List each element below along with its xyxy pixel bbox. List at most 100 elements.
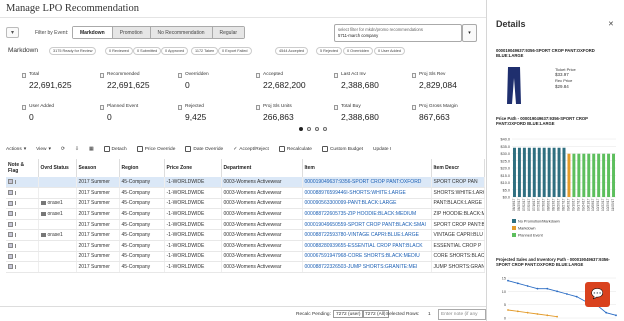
segment-regular[interactable]: Regular xyxy=(212,27,245,38)
price-bar[interactable] xyxy=(542,147,546,197)
series-point[interactable] xyxy=(566,293,568,295)
price-bar[interactable] xyxy=(582,153,586,197)
note-flag-cell[interactable] xyxy=(6,177,39,189)
status-pill[interactable]: 0 Export Failed xyxy=(218,47,252,55)
item-link[interactable]: 000019049650559-SPORT CROP PANT:BLACK:SM… xyxy=(302,219,432,231)
status-pill[interactable]: 5 Rejected xyxy=(316,47,343,55)
freeze-icon[interactable]: ▦ xyxy=(89,147,94,152)
table-row[interactable]: 2017 Summer 45-Company -1-WORLDWIDE 0003-Wo… xyxy=(6,177,485,189)
item-link[interactable]: 000088722593780-VINTAGE CAPRI:BLUE:LARGE xyxy=(302,229,432,242)
note-flag-cell[interactable] xyxy=(6,229,39,242)
note-flag-cell[interactable] xyxy=(6,261,39,273)
table-row[interactable]: 2017 Summer 45-Company -1-WORLDWIDE 0003-Wo… xyxy=(6,187,485,199)
export-icon[interactable]: ⇩ xyxy=(75,147,79,152)
view-menu[interactable]: View ▾ xyxy=(36,147,51,152)
note-icon[interactable] xyxy=(8,190,13,196)
table-row[interactable]: orase1 2017 Summer 45-Company -1-WORLDWIDE 0… xyxy=(6,208,485,220)
series-point[interactable] xyxy=(536,313,539,315)
price-bar[interactable] xyxy=(537,147,541,197)
flag-icon[interactable] xyxy=(15,243,18,248)
price-bar[interactable] xyxy=(527,147,531,197)
item-link[interactable]: 000088722605735-ZIP HOODIE:BLACK:MEDIUM xyxy=(302,208,432,220)
flag-icon[interactable] xyxy=(15,222,18,227)
price-bar[interactable] xyxy=(602,153,606,197)
carousel-dot[interactable] xyxy=(315,127,319,131)
series-point[interactable] xyxy=(516,282,519,285)
note-icon[interactable] xyxy=(8,264,13,270)
chat-icon[interactable]: 💬 xyxy=(585,282,610,307)
recalculate-button[interactable]: Recalculate xyxy=(278,146,312,152)
segment-promotion[interactable]: Promotion xyxy=(112,27,151,38)
table-row[interactable]: 2017 Summer 45-Company -1-WORLDWIDE 0003-Wo… xyxy=(6,219,485,231)
note-icon[interactable] xyxy=(8,253,13,259)
price-bar[interactable] xyxy=(522,147,526,197)
flag-icon[interactable] xyxy=(15,190,18,195)
series-point[interactable] xyxy=(546,314,549,317)
status-pill[interactable]: 3175 Ready for Review xyxy=(49,47,97,55)
price-override-button[interactable]: Price Override xyxy=(136,146,175,152)
note-icon[interactable] xyxy=(8,179,13,185)
price-bar[interactable] xyxy=(552,147,556,197)
note-icon[interactable] xyxy=(8,221,13,227)
detach-button[interactable]: Detach xyxy=(103,146,127,152)
table-row[interactable]: orase1 2017 Summer 45-Company -1-WORLDWIDE 0… xyxy=(6,198,485,210)
status-pill[interactable]: 1172 Taken xyxy=(191,47,219,55)
custom-budget-button[interactable]: Custom Budget xyxy=(321,146,363,152)
column-header[interactable]: Season xyxy=(76,159,120,177)
note-flag-cell[interactable] xyxy=(6,240,39,252)
status-pill[interactable]: 0 Submitted xyxy=(133,47,162,55)
note-flag-cell[interactable] xyxy=(6,208,39,220)
table-row[interactable]: orase1 2017 Summer 45-Company -1-WORLDWIDE 0… xyxy=(6,229,485,242)
series-point[interactable] xyxy=(526,311,529,314)
series-point[interactable] xyxy=(575,295,578,298)
segment-markdown[interactable]: Markdown xyxy=(73,27,113,38)
status-pill[interactable]: 0 Reviewed xyxy=(105,47,133,55)
segment-no-recommendation[interactable]: No Recommendation xyxy=(150,27,213,38)
date-override-button[interactable]: Date Override xyxy=(185,146,223,152)
series-point[interactable] xyxy=(615,314,617,317)
note-flag-cell[interactable] xyxy=(6,198,39,210)
series-point[interactable] xyxy=(507,309,509,311)
carousel-dot[interactable] xyxy=(323,127,327,131)
filter-icon[interactable]: ▾ xyxy=(6,27,19,38)
flag-icon[interactable] xyxy=(15,264,18,269)
price-bar[interactable] xyxy=(532,147,536,197)
item-link[interactable]: 000088722326503-JUMP SHORTS:GRANITE:MEI xyxy=(302,261,432,273)
note-flag-cell[interactable] xyxy=(6,187,39,199)
column-header[interactable]: Region xyxy=(119,159,165,177)
column-header[interactable]: Item Descr xyxy=(431,159,485,177)
series-point[interactable] xyxy=(556,290,558,293)
note-icon[interactable] xyxy=(8,200,13,206)
price-bar[interactable] xyxy=(517,147,521,197)
series-point[interactable] xyxy=(507,279,509,282)
price-bar[interactable] xyxy=(547,147,551,197)
price-bar[interactable] xyxy=(567,153,571,197)
price-bar[interactable] xyxy=(562,147,566,197)
accept-reject-button[interactable]: ✓ Accept/Reject xyxy=(233,147,269,152)
update-button[interactable]: Update I xyxy=(373,147,391,152)
table-row[interactable]: 2017 Summer 45-Company -1-WORLDWIDE 0003-Wo… xyxy=(6,240,485,252)
note-icon[interactable] xyxy=(8,243,13,249)
table-row[interactable]: 2017 Summer 45-Company -1-WORLDWIDE 0003-Wo… xyxy=(6,261,485,273)
note-flag-cell[interactable] xyxy=(6,219,39,231)
flag-icon[interactable] xyxy=(15,201,18,206)
note-icon[interactable] xyxy=(8,232,13,238)
item-link[interactable]: 000019049637:9356-SPORT CROP PANT:OXFORD xyxy=(302,177,432,189)
carousel-dot[interactable] xyxy=(299,127,303,131)
note-flag-cell[interactable] xyxy=(6,251,39,263)
note-input[interactable]: Enter note (if any xyxy=(438,309,486,320)
item-link[interactable]: 000088280939655-ESSENTIAL CROP PANT:BLAC… xyxy=(302,240,432,252)
chevron-down-icon[interactable]: ▾ xyxy=(462,24,477,42)
column-header[interactable]: Department xyxy=(221,159,303,177)
note-icon[interactable] xyxy=(8,211,13,217)
carousel-dot[interactable] xyxy=(307,127,311,131)
series-point[interactable] xyxy=(536,287,539,290)
recommendation-filter-select[interactable]: select filter for mkdn/promo recommendat… xyxy=(334,24,462,42)
series-point[interactable] xyxy=(526,285,529,287)
table-row[interactable]: 2017 Summer 45-Company -1-WORLDWIDE 0003-Wo… xyxy=(6,251,485,263)
flag-icon[interactable] xyxy=(15,232,18,237)
status-pill[interactable]: 0 Approved xyxy=(161,47,189,55)
series-point[interactable] xyxy=(556,315,558,318)
status-pill[interactable]: 0 User Added xyxy=(374,47,406,55)
column-header[interactable]: Item xyxy=(302,159,432,177)
